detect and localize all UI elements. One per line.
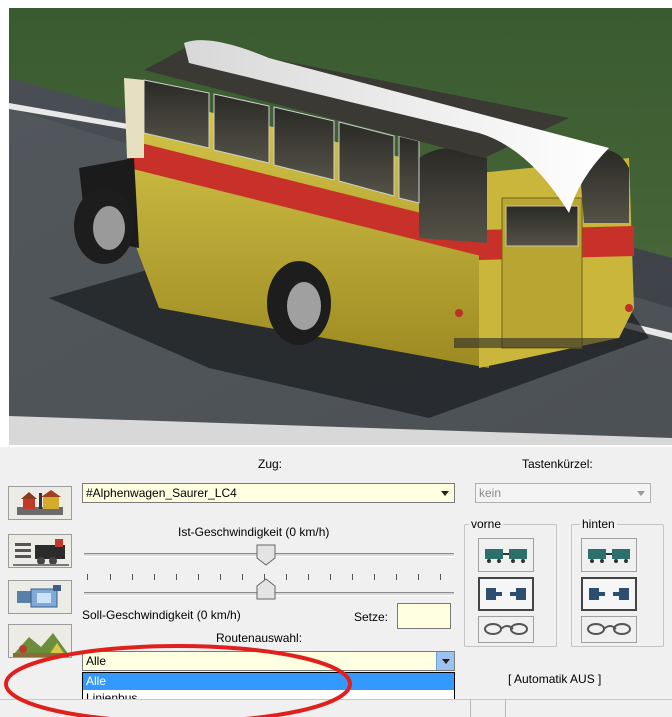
setze-input[interactable] bbox=[397, 603, 451, 629]
chain-coupler-icon bbox=[587, 623, 631, 635]
signal-house-icon bbox=[17, 490, 63, 515]
hinten-group: hinten bbox=[571, 517, 664, 647]
ist-geschwindigkeit-label: Ist-Geschwindigkeit (0 km/h) bbox=[178, 525, 330, 539]
vorne-uncouple-button[interactable] bbox=[478, 577, 534, 611]
vorne-group: vorne bbox=[464, 517, 557, 647]
chevron-down-icon[interactable] bbox=[632, 484, 650, 502]
vorne-chain-button[interactable] bbox=[478, 616, 534, 643]
chain-coupler-icon bbox=[484, 623, 528, 635]
soll-slider-thumb[interactable] bbox=[256, 578, 276, 600]
locomotive-button[interactable] bbox=[8, 534, 72, 568]
vorne-label: vorne bbox=[469, 517, 504, 531]
uncouple-icon bbox=[486, 588, 526, 600]
tastenkuerzel-label: Tastenkürzel: bbox=[522, 457, 593, 471]
uncouple-icon bbox=[589, 588, 629, 600]
chevron-down-icon[interactable] bbox=[436, 484, 454, 502]
soll-geschwindigkeit-label: Soll-Geschwindigkeit (0 km/h) bbox=[82, 608, 241, 622]
camera-button[interactable] bbox=[8, 580, 72, 614]
3d-viewport[interactable] bbox=[9, 8, 672, 445]
hinten-label: hinten bbox=[580, 517, 617, 531]
zug-value: #Alphenwagen_Saurer_LC4 bbox=[86, 486, 237, 500]
hinten-uncouple-button[interactable] bbox=[581, 577, 637, 611]
ist-slider-thumb[interactable] bbox=[256, 544, 276, 566]
automatik-status: [ Automatik AUS ] bbox=[508, 672, 602, 686]
annotation-circle bbox=[4, 644, 352, 717]
couple-wagons-icon bbox=[485, 549, 527, 563]
tastenkuerzel-value: kein bbox=[479, 486, 502, 500]
bus-scene bbox=[9, 8, 672, 445]
signal-house-button[interactable] bbox=[8, 486, 72, 520]
locomotive-icon bbox=[13, 539, 69, 566]
zug-select[interactable]: #Alphenwagen_Saurer_LC4 bbox=[82, 483, 455, 503]
camera-icon bbox=[17, 585, 61, 608]
couple-wagons-icon bbox=[588, 549, 630, 563]
hinten-chain-button[interactable] bbox=[581, 616, 637, 643]
train-control-panel: Zug: #Alphenwagen_Saurer_LC4 Tastenkürze… bbox=[0, 447, 672, 717]
hinten-couple-button[interactable] bbox=[581, 538, 637, 572]
zug-label: Zug: bbox=[258, 457, 283, 471]
chevron-down-icon[interactable] bbox=[436, 652, 454, 670]
tastenkuerzel-select[interactable]: kein bbox=[475, 483, 651, 503]
vorne-couple-button[interactable] bbox=[478, 538, 534, 572]
